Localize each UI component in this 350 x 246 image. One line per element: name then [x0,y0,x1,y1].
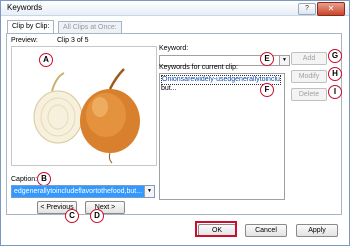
callout-c: C [65,209,79,223]
callout-i: I [328,85,342,99]
window-title: Keywords [7,3,43,12]
clip-counter: Clip 3 of 5 [57,37,89,44]
cancel-button[interactable]: Cancel [245,224,287,237]
callout-b: B [37,172,51,186]
callout-h: H [328,67,342,81]
caption-value: edgenerallytoincludeflavortothefood,but.… [14,188,142,195]
callout-g: G [328,49,342,63]
callout-d: D [90,209,104,223]
tab-clip-by-clip[interactable]: Clip by Clip: [7,20,55,34]
clip-preview-image [11,46,157,166]
keywords-list-label: Keywords for current clip: [159,64,238,71]
onion-image [33,68,140,164]
help-button[interactable]: ? [298,3,316,15]
caption-dropdown-arrow-icon[interactable]: ▼ [144,186,154,197]
caption-label: Caption: [11,176,38,183]
apply-button[interactable]: Apply [296,224,338,237]
close-button[interactable]: ✕ [317,2,345,16]
title-bar: Keywords ? ✕ [1,1,349,16]
ok-button-highlight [195,221,237,237]
delete-button[interactable]: Delete [291,88,327,101]
caption-input[interactable]: edgenerallytoincludeflavortothefood,but.… [11,185,155,198]
callout-a: A [39,53,53,67]
add-button[interactable]: Add [291,52,327,65]
preview-label: Preview: [11,37,38,44]
keywords-dialog: Keywords ? ✕ Clip by Clip: All Clips at … [0,0,350,246]
keyword-label: Keyword: [159,45,189,52]
callout-e: E [260,52,274,66]
keyword-dropdown-arrow-icon[interactable]: ▼ [279,55,290,66]
callout-f: F [260,83,274,97]
modify-button[interactable]: Modify [291,70,327,83]
